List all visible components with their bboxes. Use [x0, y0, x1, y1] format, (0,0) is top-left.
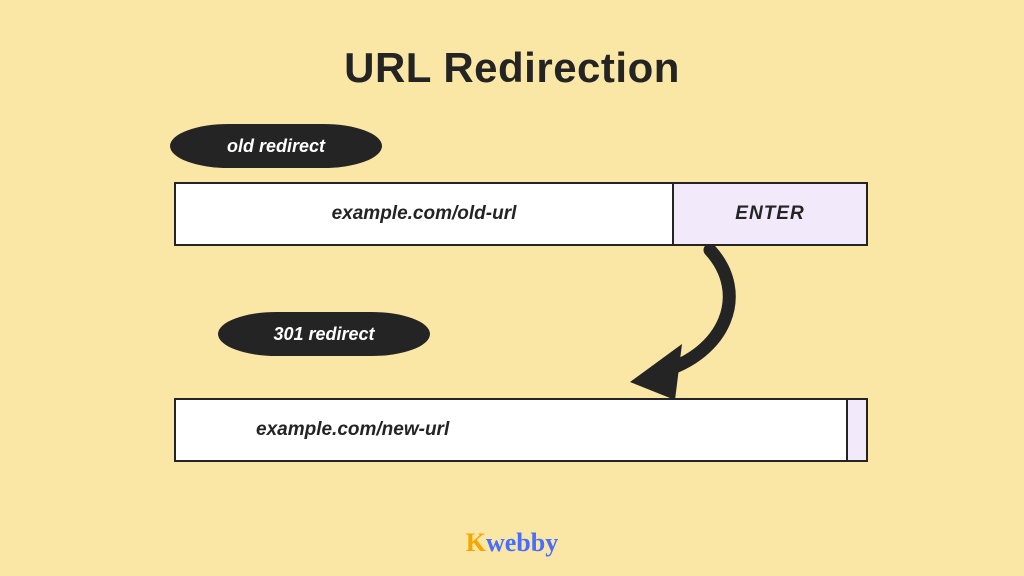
enter-button[interactable]: ENTER — [672, 184, 866, 244]
logo-letter-k: K — [466, 528, 486, 557]
old-redirect-pill: old redirect — [170, 124, 382, 168]
arrow-icon — [600, 244, 760, 414]
new-redirect-pill: 301 redirect — [218, 312, 430, 356]
old-url-bar: example.com/old-url ENTER — [174, 182, 868, 246]
logo: Kwebby — [0, 528, 1024, 558]
bar-stub — [846, 400, 866, 460]
page-title: URL Redirection — [0, 44, 1024, 92]
logo-rest: webby — [486, 528, 558, 557]
old-url-text: example.com/old-url — [176, 184, 672, 244]
new-url-text: example.com/new-url — [176, 400, 846, 460]
new-url-bar: example.com/new-url — [174, 398, 868, 462]
